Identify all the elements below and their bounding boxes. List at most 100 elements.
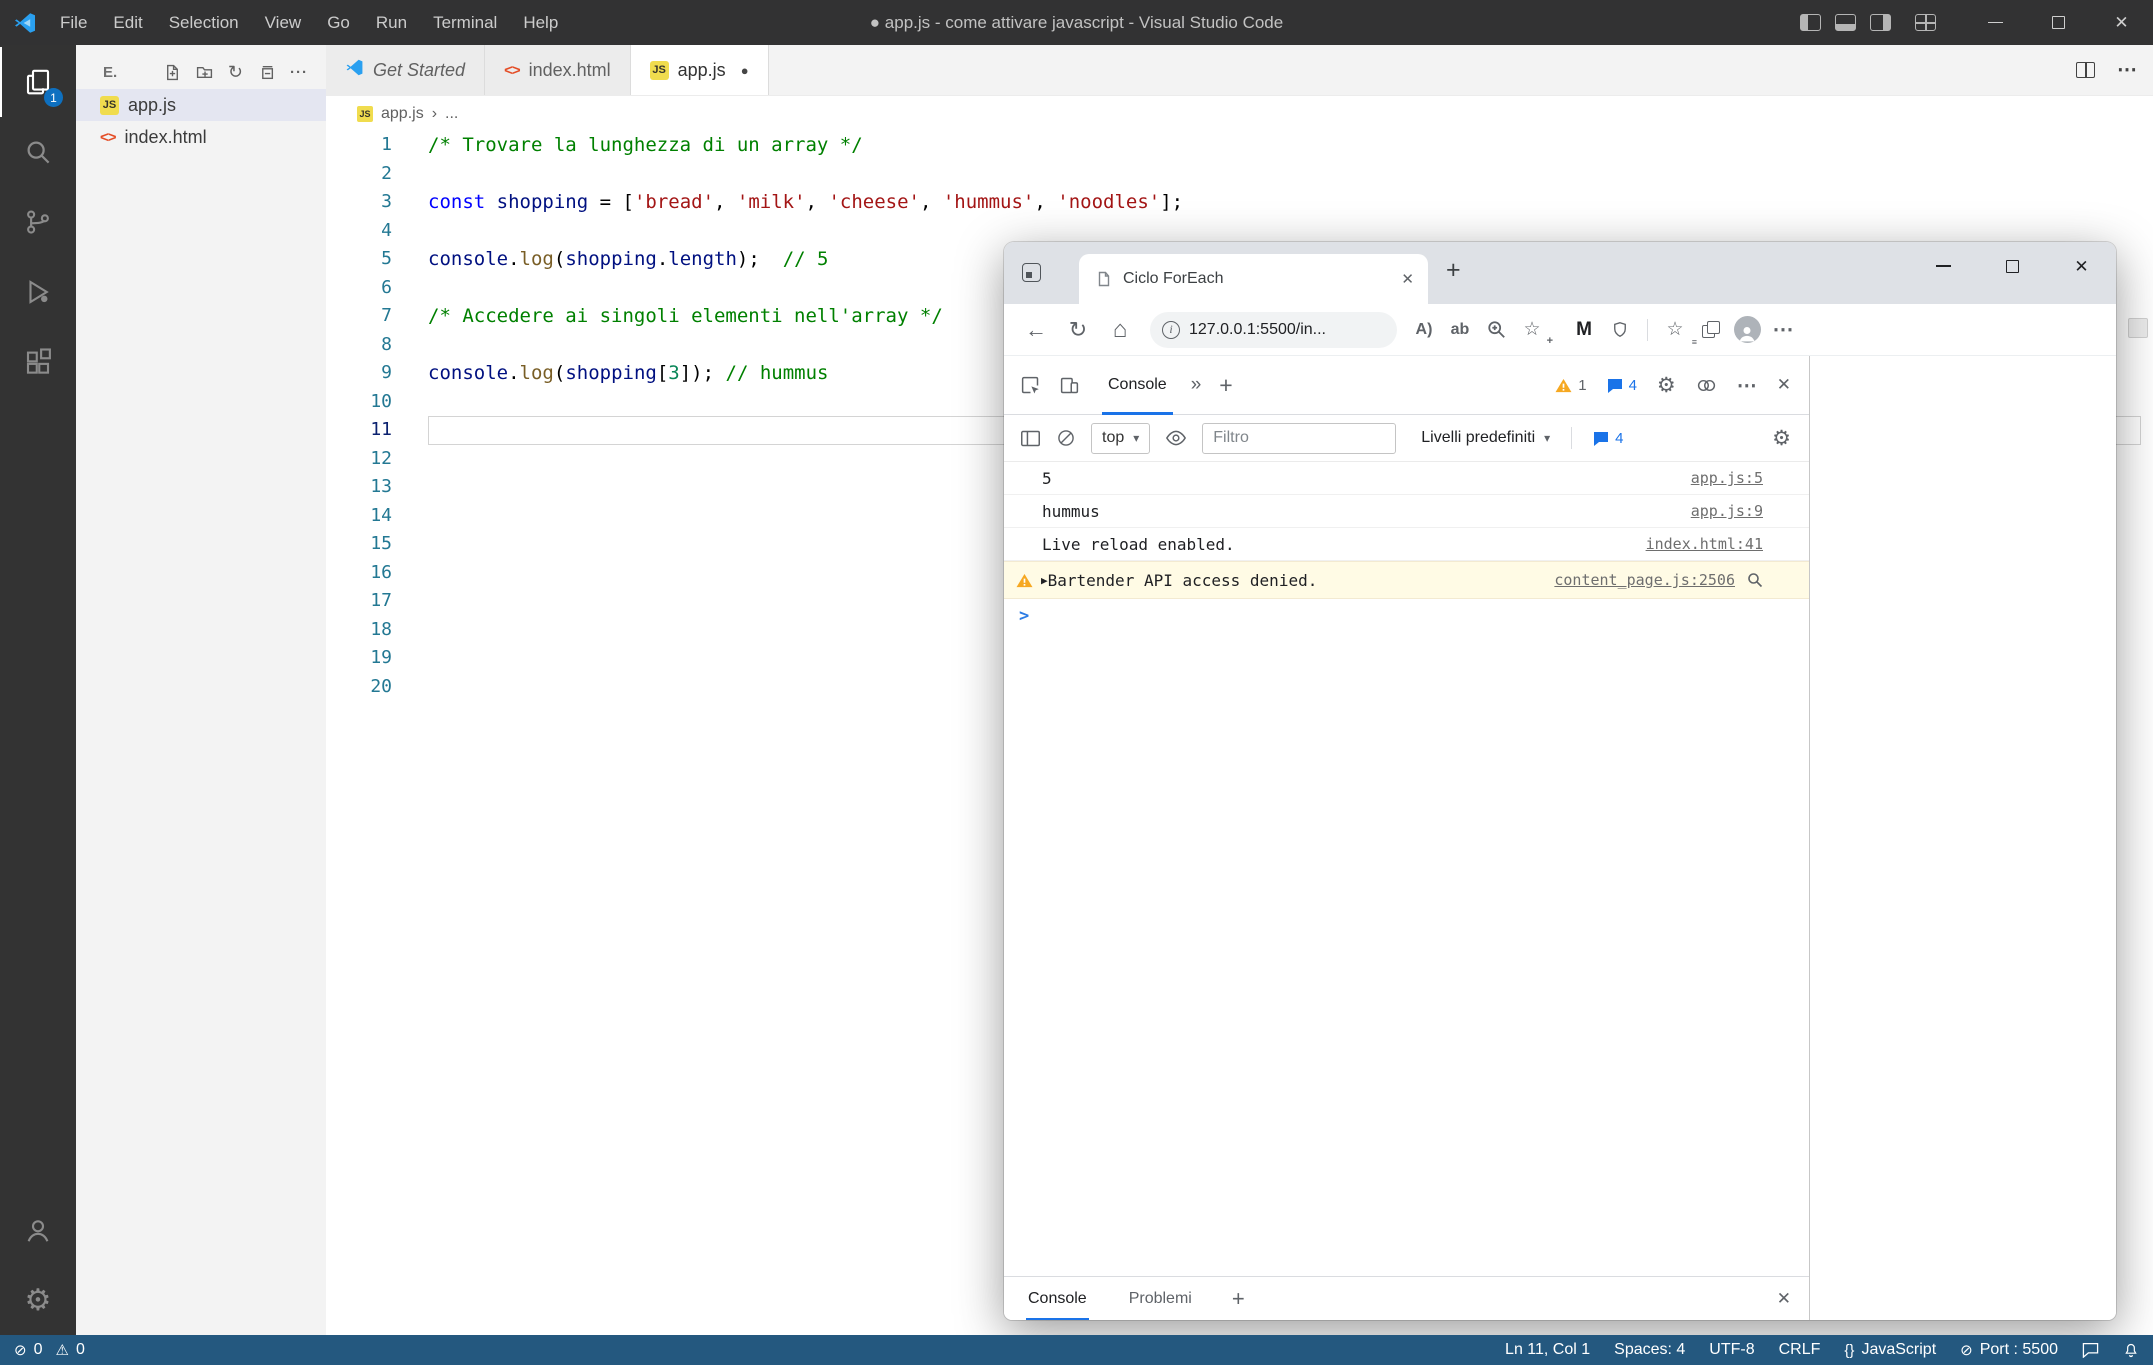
browser-minimize-button[interactable]	[1909, 242, 1978, 290]
minimize-button[interactable]	[1964, 0, 2027, 45]
settings-activity-button[interactable]: ⚙	[0, 1265, 76, 1335]
editor-more-actions-icon[interactable]: ⋯	[2117, 60, 2137, 80]
line-number[interactable]: 5	[326, 245, 428, 274]
menu-go[interactable]: Go	[314, 0, 363, 45]
log-levels-selector[interactable]: Livelli predefiniti ▾	[1421, 429, 1550, 447]
back-icon[interactable]: ←	[1018, 312, 1054, 348]
account-activity-button[interactable]	[0, 1195, 76, 1265]
search-activity-button[interactable]	[0, 117, 76, 187]
source-link[interactable]: index.html:41	[1626, 535, 1763, 553]
live-expression-eye-icon[interactable]	[1165, 429, 1187, 447]
more-panels-icon[interactable]: »	[1191, 374, 1202, 396]
run-debug-activity-button[interactable]	[0, 257, 76, 327]
line-number[interactable]: 15	[326, 530, 428, 559]
drawer-tab-problems[interactable]: Problemi	[1127, 1277, 1194, 1321]
line-number[interactable]: 18	[326, 616, 428, 645]
editor-scrollbar-thumb[interactable]	[2128, 318, 2148, 338]
menu-help[interactable]: Help	[510, 0, 571, 45]
console-sidebar-icon[interactable]	[1020, 429, 1041, 448]
zoom-icon[interactable]	[1481, 314, 1511, 346]
tab-activities-icon[interactable]	[1022, 263, 1041, 282]
extensions-activity-button[interactable]	[0, 327, 76, 397]
code-line[interactable]	[428, 160, 2141, 189]
line-number[interactable]: 20	[326, 673, 428, 702]
browser-maximize-button[interactable]	[1978, 242, 2047, 290]
source-link[interactable]: app.js:9	[1671, 502, 1763, 520]
line-number[interactable]: 2	[326, 160, 428, 189]
code-line[interactable]: const shopping = ['bread', 'milk', 'chee…	[428, 188, 2141, 217]
devtools-close-icon[interactable]: ✕	[1777, 375, 1791, 395]
page-viewport[interactable]	[1810, 356, 2116, 1320]
bell-icon[interactable]	[2123, 1342, 2139, 1359]
menu-view[interactable]: View	[252, 0, 315, 45]
browser-close-button[interactable]: ✕	[2047, 242, 2116, 290]
message-count-badge[interactable]: 4	[1607, 377, 1637, 394]
menu-terminal[interactable]: Terminal	[420, 0, 510, 45]
console-message-count-badge[interactable]: 4	[1593, 430, 1623, 447]
devtools-console-tab[interactable]: Console	[1102, 356, 1173, 415]
site-info-icon[interactable]: i	[1162, 321, 1180, 339]
warning-count-badge[interactable]: 1	[1555, 377, 1586, 394]
tab-index.html[interactable]: <>index.html	[485, 45, 631, 95]
file-app.js[interactable]: JSapp.js	[76, 89, 326, 121]
line-number[interactable]: 19	[326, 644, 428, 673]
line-number[interactable]: 4	[326, 217, 428, 246]
maximize-button[interactable]	[2027, 0, 2090, 45]
status-utf-8[interactable]: UTF-8	[1709, 1341, 1754, 1359]
tab-get-started[interactable]: Get Started	[326, 45, 485, 95]
breadcrumb-file[interactable]: app.js	[381, 105, 424, 123]
status-ln-11-col-1[interactable]: Ln 11, Col 1	[1505, 1341, 1590, 1359]
clear-console-icon[interactable]	[1056, 428, 1076, 448]
read-aloud-icon[interactable]: A)	[1409, 314, 1439, 346]
new-file-icon[interactable]	[164, 64, 181, 81]
connections-icon[interactable]	[1696, 377, 1717, 394]
line-number[interactable]: 16	[326, 559, 428, 588]
source-control-activity-button[interactable]	[0, 187, 76, 257]
status-spaces-4[interactable]: Spaces: 4	[1614, 1341, 1685, 1359]
collapse-all-icon[interactable]	[258, 64, 275, 81]
line-number[interactable]: 6	[326, 274, 428, 303]
devtools-settings-icon[interactable]: ⚙	[1657, 375, 1676, 396]
status-port-5500[interactable]: ⊘Port : 5500	[1960, 1341, 2058, 1359]
explorer-activity-button[interactable]: 1	[0, 47, 76, 117]
line-number[interactable]: 13	[326, 473, 428, 502]
line-number[interactable]: 1	[326, 131, 428, 160]
line-number[interactable]: 7	[326, 302, 428, 331]
search-source-icon[interactable]	[1747, 572, 1763, 588]
code-line[interactable]	[428, 217, 2141, 246]
feedback-icon[interactable]	[2082, 1342, 2099, 1358]
console-filter-input[interactable]	[1202, 423, 1396, 454]
modified-dot-icon[interactable]: ●	[741, 63, 749, 78]
file-index.html[interactable]: <>index.html	[76, 121, 326, 153]
address-bar[interactable]: i 127.0.0.1:5500/in...	[1150, 312, 1397, 348]
line-number[interactable]: 11	[326, 416, 428, 445]
extension-shield-icon[interactable]	[1605, 314, 1635, 346]
reload-icon[interactable]: ↻	[1060, 312, 1096, 348]
breadcrumb-symbol[interactable]: ...	[445, 105, 458, 123]
customize-layout-icon[interactable]	[1915, 14, 1936, 31]
status-crlf[interactable]: CRLF	[1779, 1341, 1821, 1359]
toggle-sidebar-icon[interactable]	[1800, 14, 1821, 31]
toggle-secondary-sidebar-icon[interactable]	[1870, 14, 1891, 31]
inspect-element-icon[interactable]	[1020, 375, 1041, 396]
expand-arrow-icon[interactable]: ▶	[1041, 574, 1048, 587]
source-link[interactable]: content_page.js:2506	[1534, 571, 1735, 589]
menu-run[interactable]: Run	[363, 0, 420, 45]
drawer-close-icon[interactable]: ✕	[1777, 1289, 1791, 1309]
collections-icon[interactable]	[1696, 314, 1726, 346]
status-javascript[interactable]: {}JavaScript	[1844, 1341, 1936, 1359]
close-button[interactable]: ✕	[2090, 0, 2153, 45]
translate-icon[interactable]: ab	[1445, 314, 1475, 346]
console-settings-icon[interactable]: ⚙	[1772, 428, 1791, 449]
tab-close-icon[interactable]: ✕	[1401, 270, 1414, 288]
add-favorite-icon[interactable]: ☆+	[1517, 314, 1547, 346]
line-number[interactable]: 14	[326, 502, 428, 531]
split-editor-icon[interactable]	[2076, 62, 2095, 78]
line-number[interactable]: 3	[326, 188, 428, 217]
tab-app.js[interactable]: JSapp.js●	[631, 45, 769, 95]
drawer-tab-console[interactable]: Console	[1026, 1277, 1089, 1321]
devtools-more-icon[interactable]: ⋯	[1737, 373, 1757, 398]
add-panel-icon[interactable]: +	[1219, 372, 1232, 399]
code-line[interactable]: /* Trovare la lunghezza di un array */	[428, 131, 2141, 160]
menu-file[interactable]: File	[47, 0, 100, 45]
